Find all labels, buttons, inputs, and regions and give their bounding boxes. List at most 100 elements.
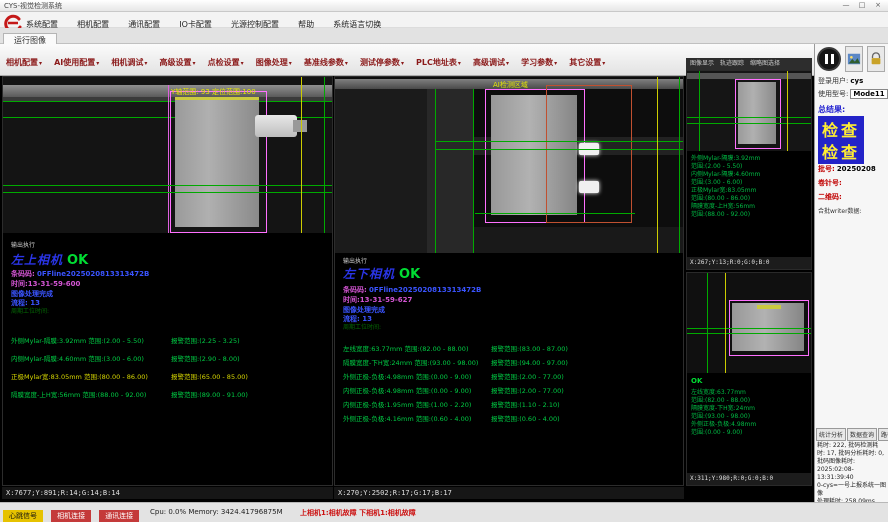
stats-line: 0-cys=一号上报系统一图像	[817, 482, 887, 498]
comm-link-badge: 通讯连接	[99, 510, 139, 522]
barcode-line: 条码码: 0FFline2025020813313472B	[11, 269, 149, 279]
minimize-button[interactable]: —	[838, 0, 854, 11]
measurement-value: 隔膜宽度-上H宽:56mm 范围:(88.00 - 92.00)	[11, 389, 146, 399]
close-button[interactable]: ×	[870, 0, 886, 11]
output-label: 输出执行	[11, 240, 35, 249]
toolbar-item-label: 高级调试	[473, 58, 505, 67]
connector	[255, 115, 297, 137]
tab-statistics[interactable]: 统计分析	[816, 428, 846, 441]
toolbar-item-label: 相机调试	[111, 58, 143, 67]
thumb-header-label[interactable]: 图像显示	[690, 58, 714, 70]
maximize-button[interactable]: □	[854, 0, 870, 11]
alarm-range: 报警范围:(1.10 - 2.10)	[491, 399, 560, 409]
chevron-down-icon: ▾	[39, 60, 42, 67]
thumb-text-block: 外侧Mylar-隔膜:3.92mm 范围:(2.00 - 5.50) 内侧Myl…	[691, 155, 760, 219]
cycle-line: 周期工位时间:	[11, 306, 49, 315]
thumbnail-panel-top[interactable]: 外侧Mylar-隔膜:3.92mm 范围:(2.00 - 5.50) 内侧Myl…	[686, 70, 812, 270]
toolbar-item-image-processing[interactable]: 图像处理▾	[256, 57, 292, 68]
toolbar-item-camera-config[interactable]: 相机配置▾	[6, 57, 42, 68]
alarm-range: 报警范围:(83.00 - 87.00)	[491, 343, 568, 353]
right-camera-panel: AI检测区域 输出执行 左下相机OK 条码码: 0FFline202502081…	[334, 76, 684, 486]
alarm-range: 报警范围:(89.00 - 91.00)	[171, 389, 248, 399]
left-camera-view[interactable]: Y轴范围: 93 定位范围:100	[3, 77, 332, 233]
alarm-range: 报警范围:(65.00 - 85.00)	[171, 371, 248, 381]
window-controls: — □ ×	[838, 0, 886, 11]
overlay-line	[699, 71, 700, 151]
alarm-range: 报警范围:(2.25 - 3.25)	[171, 335, 240, 345]
toolbar-item-ai-config[interactable]: AI使用配置▾	[54, 57, 99, 68]
part-block	[175, 97, 259, 227]
thumb-coords-bottom: X:311;Y:980;R:0;G:0;B:0	[687, 473, 811, 485]
thumb-line: 范围:(93.00 - 98.00)	[691, 413, 756, 421]
overlay-mark	[175, 97, 259, 100]
tab-path-settings[interactable]: 路径设置	[878, 428, 888, 441]
left-camera-panel: Y轴范围: 93 定位范围:100 输出执行 左上相机OK 条码码: 0FFli…	[2, 76, 333, 486]
toolbar-item-label: 测试停参数	[360, 58, 400, 67]
thumb-status-ok: OK	[691, 377, 702, 385]
led-spot	[579, 181, 599, 193]
login-label: 登录用户:	[818, 77, 848, 85]
status-ok: OK	[67, 253, 88, 268]
toolbar-item-advanced-debug[interactable]: 高级调试▾	[473, 57, 509, 68]
thumb-header-label[interactable]: 缩略图选择	[750, 58, 780, 70]
overlay-line	[435, 89, 436, 253]
overlay-line	[473, 89, 474, 253]
image-button[interactable]	[845, 46, 863, 72]
stats-text-block: 耗时: 222, 批码检测耗 时: 17, 批码分析耗时: 0, 批码图像耗时:…	[817, 442, 887, 506]
thumb-coords-top: X:267;Y:13;R:0;G:0;B:0	[687, 257, 811, 269]
pause-button[interactable]	[817, 47, 841, 71]
tab-bar: 运行图像	[0, 28, 888, 44]
thumb-camera-view-top[interactable]	[687, 71, 811, 151]
result-status-bottom: 检查	[818, 138, 864, 164]
app-window: CYS-视觉检测系统 — □ × 系统配置 相机配置 通讯配置 IO卡配置 光源…	[0, 0, 888, 522]
toolbar-item-test-stop-params[interactable]: 测试停参数▾	[360, 57, 404, 68]
overlay-line	[657, 77, 658, 253]
part-block	[738, 82, 776, 144]
overlay-line	[301, 77, 302, 233]
measurement-value: 正极Mylar宽:83.05mm 范围:(80.00 - 86.00)	[11, 371, 148, 381]
roi-label: Y轴范围: 93 定位范围:100	[171, 87, 256, 97]
qr-line: 二维码:	[818, 192, 842, 202]
toolbar-item-spot-check[interactable]: 点检设置▾	[208, 57, 244, 68]
part-block	[732, 303, 804, 351]
overlay-line	[687, 333, 811, 334]
right-camera-view[interactable]: AI检测区域	[335, 77, 683, 253]
toolbar-item-other-settings[interactable]: 其它设置▾	[569, 57, 605, 68]
chevron-down-icon: ▾	[144, 60, 147, 67]
toolbar-item-learning-params[interactable]: 学习参数▾	[521, 57, 557, 68]
overlay-line	[687, 117, 811, 118]
thumb-line: 正极Mylar宽:83.05mm	[691, 187, 760, 195]
overlay-line	[707, 273, 708, 373]
stats-line: 时: 17, 批码分析耗时: 0,	[817, 450, 887, 458]
overlay-line	[475, 213, 635, 214]
camera-name: 左下相机	[343, 267, 395, 281]
thumb-line: 外侧正极-负极:4.98mm	[691, 421, 756, 429]
measurement-value: 内侧Mylar-隔膜:4.60mm 范围:(3.00 - 6.00)	[11, 353, 144, 363]
toolbar-item-advanced-settings[interactable]: 高级设置▾	[160, 57, 196, 68]
thumb-header-label[interactable]: 轨迹跟踪	[720, 58, 744, 70]
overlay-mark	[757, 305, 781, 309]
toolbar-item-label: AI使用配置	[54, 58, 95, 67]
thumb-line: 隔膜宽度-下H宽:24mm	[691, 405, 756, 413]
window-title: CYS-视觉检测系统	[4, 1, 62, 11]
thumb-line: 范围:(82.00 - 88.00)	[691, 397, 756, 405]
pause-icon	[831, 54, 834, 64]
tab-data-query[interactable]: 数据查询	[847, 428, 877, 441]
thumb-camera-view-bottom[interactable]	[687, 273, 811, 373]
lock-button[interactable]	[867, 46, 885, 72]
toolbar-item-baseline-params[interactable]: 基准线参数▾	[304, 57, 348, 68]
pin-label: 卷针号:	[818, 179, 842, 187]
camera-result-line: 左下相机 OK	[343, 263, 420, 282]
toolbar-item-plc-address[interactable]: PLC地址表▾	[416, 57, 461, 68]
thumbnail-panel-bottom[interactable]: OK 左线宽度:63.77mm 范围:(82.00 - 88.00) 隔膜宽度-…	[686, 272, 812, 486]
alarm-range: 报警范围:(2.00 - 77.00)	[491, 385, 564, 395]
toolbar-item-label: 基准线参数	[304, 58, 344, 67]
status-ok: OK	[399, 267, 420, 282]
model-value[interactable]: Mode11	[850, 89, 887, 99]
machine-column	[427, 89, 473, 253]
thumb-line: 范围:(0.00 - 9.00)	[691, 429, 756, 437]
toolbar-item-camera-debug[interactable]: 相机调试▾	[111, 57, 147, 68]
toolbar-item-label: 相机配置	[6, 58, 38, 67]
stats-tabs: 统计分析 数据查询 路径设置	[816, 428, 888, 441]
chevron-down-icon: ▾	[345, 60, 348, 67]
